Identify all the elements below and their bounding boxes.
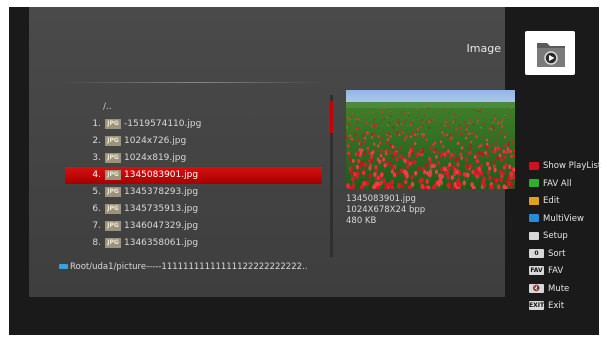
exit-key-icon: EXIT — [529, 301, 545, 310]
item-number: 2. — [92, 136, 101, 146]
file-name: 1345083901.jpg — [124, 170, 199, 180]
menu-mute[interactable]: 🔇 Mute — [529, 281, 601, 299]
list-item[interactable]: 8. JPG 1346358061.jpg — [67, 235, 322, 252]
jpg-badge-icon: JPG — [105, 203, 121, 214]
menu-setup[interactable]: Setup — [529, 228, 601, 246]
file-name: 1024x726.jpg — [124, 136, 187, 146]
jpg-badge-icon: JPG — [105, 169, 121, 180]
item-number: 5. — [92, 187, 101, 197]
jpg-badge-icon: JPG — [105, 152, 121, 163]
item-number: 7. — [92, 221, 101, 231]
file-name: -1519574110.jpg — [124, 119, 202, 129]
tulip-field-thumbnail — [346, 90, 515, 189]
menu-multiview[interactable]: MultiView — [529, 211, 601, 229]
list-item[interactable]: 3. JPG 1024x819.jpg — [67, 150, 322, 167]
list-item[interactable]: 6. JPG 1345735913.jpg — [67, 201, 322, 218]
list-item[interactable]: 2. JPG 1024x726.jpg — [67, 133, 322, 150]
menu-exit[interactable]: EXIT Exit — [529, 298, 601, 316]
fav-key-icon: FAV — [529, 266, 544, 275]
page-title: Image — [466, 42, 501, 55]
menu-edit[interactable]: Edit — [529, 193, 601, 211]
green-key-icon — [529, 179, 539, 187]
parent-directory-item[interactable]: /.. — [67, 99, 322, 116]
menu-sort[interactable]: 0 Sort — [529, 246, 601, 264]
folder-play-icon — [525, 31, 575, 75]
mute-key-icon: 🔇 — [529, 283, 544, 293]
menu-show-playlist[interactable]: Show PlayList — [529, 158, 601, 176]
main-panel: /.. 1. JPG -1519574110.jpg 2. JPG 1024x726.j… — [29, 7, 515, 297]
preview-size: 480 KB — [346, 216, 377, 226]
usb-drive-icon — [59, 264, 68, 269]
item-number: 4. — [92, 170, 101, 180]
current-path: Root/uda1/picture-----111111111111111222… — [59, 262, 349, 272]
yellow-key-icon — [529, 196, 539, 205]
menu-fav[interactable]: FAV FAV — [529, 263, 601, 281]
jpg-badge-icon: JPG — [105, 118, 121, 129]
list-item-selected[interactable]: 4. JPG 1345083901.jpg — [65, 167, 322, 184]
item-number: 8. — [92, 238, 101, 248]
file-name: 1345735913.jpg — [124, 204, 199, 214]
white-key-icon — [529, 231, 539, 240]
jpg-badge-icon: JPG — [105, 237, 121, 248]
image-info: 1345083901.jpg 1024X678X24 bpp 480 KB — [346, 194, 425, 227]
red-key-icon — [529, 161, 539, 170]
zero-key-icon: 0 — [529, 248, 544, 258]
file-name: 1346047329.jpg — [124, 221, 199, 231]
list-item[interactable]: 1. JPG -1519574110.jpg — [67, 116, 322, 133]
image-preview — [346, 90, 515, 189]
item-number: 6. — [92, 204, 101, 214]
preview-filename: 1345083901.jpg — [346, 194, 416, 204]
blue-key-icon — [529, 214, 539, 222]
list-item[interactable]: 7. JPG 1346047329.jpg — [67, 218, 322, 235]
file-list: /.. 1. JPG -1519574110.jpg 2. JPG 1024x726.j… — [65, 99, 322, 252]
item-number: 3. — [92, 153, 101, 163]
divider — [64, 82, 324, 83]
screen: /.. 1. JPG -1519574110.jpg 2. JPG 1024x726.j… — [9, 7, 601, 335]
list-item[interactable]: 5. JPG 1345378293.jpg — [67, 184, 322, 201]
item-number: 1. — [92, 119, 101, 129]
menu-fav-all[interactable]: FAV All — [529, 176, 601, 194]
file-name: 1024x819.jpg — [124, 153, 187, 163]
file-name: 1345378293.jpg — [124, 187, 199, 197]
scroll-thumb[interactable] — [330, 101, 333, 133]
jpg-badge-icon: JPG — [105, 186, 121, 197]
jpg-badge-icon: JPG — [105, 135, 121, 146]
scrollbar[interactable] — [330, 95, 333, 257]
jpg-badge-icon: JPG — [105, 220, 121, 231]
preview-dimensions: 1024X678X24 bpp — [346, 205, 426, 215]
file-name: 1346358061.jpg — [124, 238, 199, 248]
side-menu: Show PlayList FAV All Edit MultiView Set… — [529, 158, 601, 316]
